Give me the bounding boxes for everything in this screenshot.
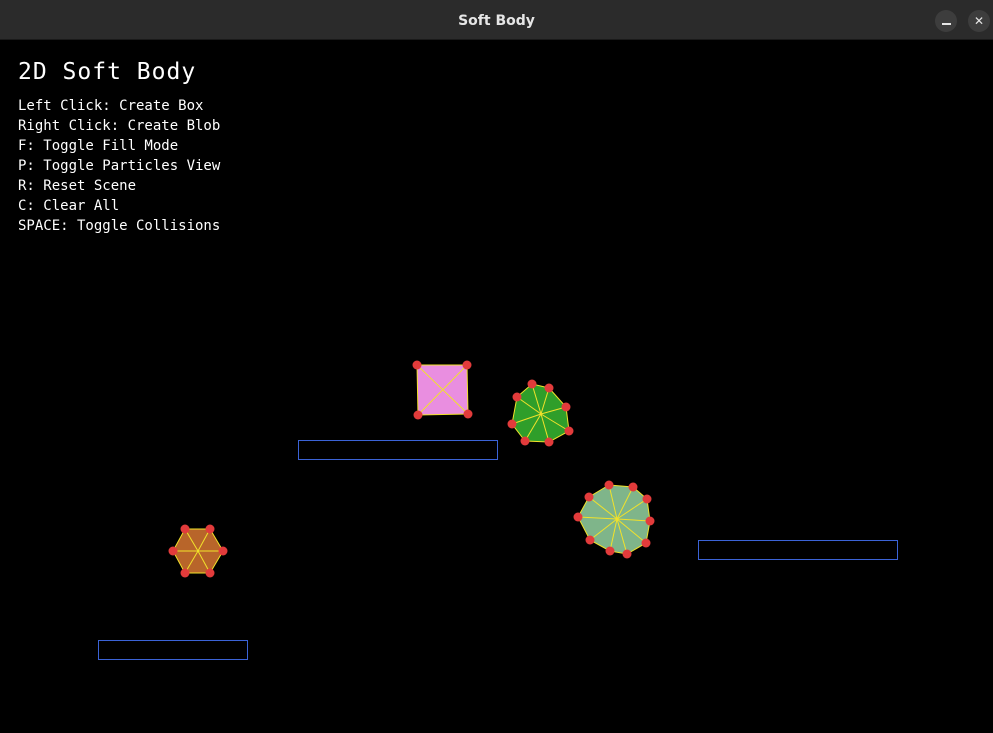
particle	[561, 402, 571, 412]
particle	[507, 419, 517, 429]
particle	[218, 546, 228, 556]
particle	[205, 524, 215, 534]
particle	[168, 546, 178, 556]
window-title: Soft Body	[458, 13, 535, 29]
hud-heading: 2D Soft Body	[18, 59, 197, 85]
particle	[641, 538, 651, 548]
particle	[573, 512, 583, 522]
hud-instruction-right-click: Right Click: Create Blob	[18, 118, 221, 134]
close-button[interactable]: ✕	[968, 10, 990, 32]
close-icon: ✕	[973, 14, 985, 28]
particle	[628, 482, 638, 492]
particle	[584, 492, 594, 502]
soft-blob-sage[interactable]	[573, 480, 655, 559]
minimize-button[interactable]	[935, 10, 957, 32]
particle	[527, 379, 537, 389]
particle	[585, 535, 595, 545]
particle	[622, 549, 632, 559]
particle	[544, 383, 554, 393]
simulation-canvas[interactable]: 2D Soft Body Left Click: Create Box Righ…	[0, 40, 993, 733]
particle	[520, 436, 530, 446]
particle	[645, 516, 655, 526]
hud-instruction-clear: C: Clear All	[18, 198, 120, 214]
app-window: Soft Body ✕ 2D Soft Body Left Click: Cre…	[0, 0, 993, 733]
hud-instruction-particles-view: P: Toggle Particles View	[18, 158, 221, 174]
minimize-icon	[941, 23, 951, 25]
particle	[605, 546, 615, 556]
hud-instruction-left-click: Left Click: Create Box	[18, 98, 204, 114]
hud-instruction-reset: R: Reset Scene	[18, 178, 137, 194]
hud-instruction-collisions: SPACE: Toggle Collisions	[18, 218, 221, 234]
platform-left	[98, 640, 248, 660]
title-bar[interactable]: Soft Body ✕	[0, 0, 993, 40]
particle	[642, 494, 652, 504]
particle	[544, 437, 554, 447]
soft-blob-orange[interactable]	[168, 524, 228, 578]
platform-right	[698, 540, 898, 560]
particle	[462, 360, 472, 370]
particle	[564, 426, 574, 436]
particle	[413, 410, 423, 420]
particle	[180, 568, 190, 578]
hud-overlay: 2D Soft Body Left Click: Create Box Righ…	[18, 58, 220, 236]
particle	[412, 360, 422, 370]
particle	[205, 568, 215, 578]
soft-blob-green[interactable]	[507, 379, 574, 447]
hud-instruction-fill-mode: F: Toggle Fill Mode	[18, 138, 179, 154]
platform-middle	[298, 440, 498, 460]
soft-box-pink[interactable]	[412, 360, 473, 420]
particle	[604, 480, 614, 490]
particle	[512, 392, 522, 402]
particle	[463, 409, 473, 419]
particle	[180, 524, 190, 534]
